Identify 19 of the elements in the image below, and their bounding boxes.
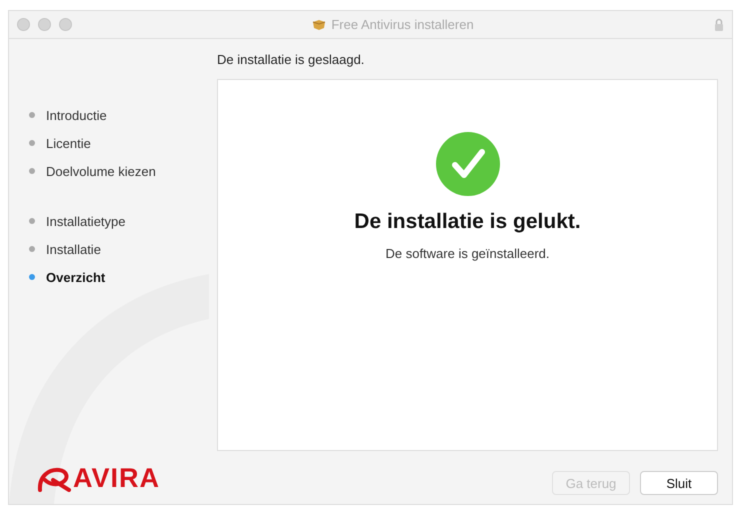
window-title: Free Antivirus installeren: [331, 17, 474, 32]
step-item: Introductie: [29, 101, 217, 129]
step-item: Doelvolume kiezen: [29, 157, 217, 185]
step-item: Licentie: [29, 129, 217, 157]
result-message: De software is geïnstalleerd.: [385, 246, 550, 261]
success-check-icon: [436, 132, 500, 196]
page-heading: De installatie is geslaagd.: [217, 50, 366, 69]
step-item: Installatie: [29, 235, 217, 263]
logo-text: AVIRA: [73, 463, 160, 494]
result-title: De installatie is gelukt.: [354, 210, 581, 234]
package-icon: [312, 18, 326, 30]
zoom-button[interactable]: [59, 18, 72, 31]
dialog-button[interactable]: Sluit: [640, 471, 718, 495]
step-item: Installatietype: [29, 207, 217, 235]
minimize-button[interactable]: [38, 18, 51, 31]
step-item: Overzicht: [29, 263, 217, 291]
close-button[interactable]: [17, 18, 30, 31]
logo-swoosh-icon: [37, 466, 71, 492]
lock-icon: [714, 18, 724, 32]
